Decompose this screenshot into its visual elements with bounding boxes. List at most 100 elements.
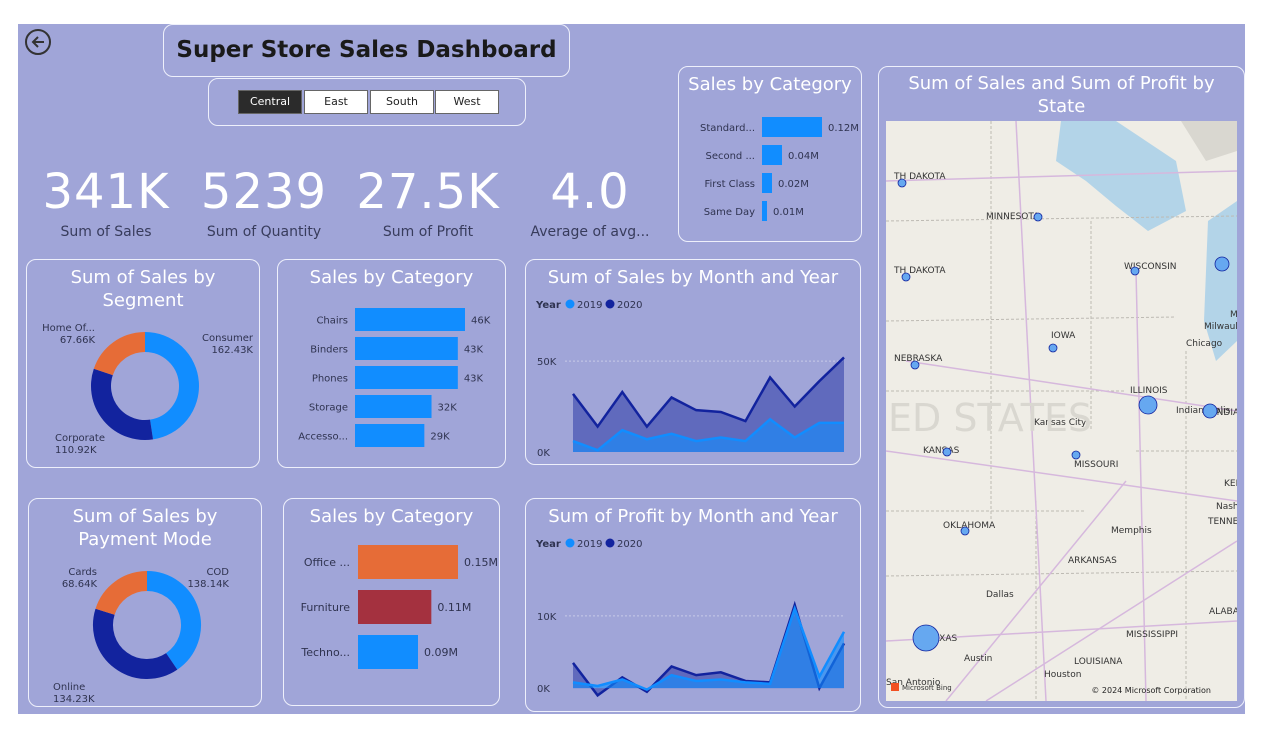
bar [355, 308, 465, 331]
bar [355, 395, 432, 418]
slice-name: COD [206, 567, 229, 578]
bar [762, 117, 822, 137]
segment-title: Sum of Sales by Segment [70, 267, 216, 311]
subcategory-card[interactable]: Sales by Category Chairs 46K Binders 43K Pho… [277, 259, 506, 468]
segment-card[interactable]: Sum of Sales by Segment Consumer 162.43K C… [26, 259, 260, 468]
bar-label: Storage [309, 403, 348, 414]
dashboard-title-card: Super Store Sales Dashboard [163, 24, 570, 77]
map-place-label: Austin [964, 654, 992, 664]
sales-month-title: Sum of Sales by Month and Year [547, 267, 839, 288]
bar-label: Binders [310, 345, 348, 356]
map-place-label: TH DAKOTA [893, 266, 946, 276]
y-tick: 10K [537, 612, 557, 623]
state-bubble [912, 624, 940, 652]
bar-label: Phones [312, 374, 348, 385]
slice-value: 67.66K [60, 335, 96, 346]
state-bubble [960, 526, 970, 536]
ship-mode-card[interactable]: Sales by Category Standard... 0.12M Second… [678, 66, 862, 242]
map-place-label: MISSISSIPPI [1126, 630, 1178, 640]
profit-month-card[interactable]: Sum of Profit by Month and Year Year 2019… [525, 498, 861, 712]
payment-card[interactable]: Sum of Sales by Payment Mode COD 138.14K O… [28, 498, 262, 707]
map-place-label: TENNESSEE [1207, 517, 1237, 527]
slice-name: Consumer [202, 333, 254, 344]
state-bubble [942, 447, 952, 457]
donut-slice [146, 571, 201, 670]
map-place-label: INDIANA [1214, 408, 1237, 418]
bar-label: Accesso... [298, 432, 348, 443]
region-button-west[interactable]: West [435, 90, 499, 114]
category-title: Sales by Category [309, 506, 474, 527]
map-place-label: Dallas [986, 590, 1014, 600]
region-button-east[interactable]: East [304, 90, 368, 114]
category-card[interactable]: Sales by Category Office ... 0.15M Furnitu… [283, 498, 500, 706]
bar-value: 43K [464, 345, 484, 356]
map-country-label: ED STATES [888, 396, 1092, 440]
donut-slice [144, 332, 199, 440]
region-slicer: Central East South West [208, 78, 526, 126]
state-bubble [1138, 395, 1158, 415]
slice-name: Online [53, 682, 85, 693]
kpi-profit-label: Sum of Profit [382, 224, 474, 240]
bar [762, 145, 782, 165]
kpi-average-value: 4.0 [550, 164, 630, 220]
legend-title: Year [535, 539, 561, 550]
report-canvas: Super Store Sales Dashboard Central East… [18, 24, 1245, 714]
category-bar-chart: Office ... 0.15M Furniture 0.11M Techno... 0.… [300, 545, 498, 669]
legend-title: Year [535, 300, 561, 311]
region-button-south[interactable]: South [370, 90, 434, 114]
payment-title: Sum of Sales by Payment Mode [72, 506, 218, 550]
legend-marker [605, 299, 615, 309]
map-place-label: Chicago [1186, 339, 1223, 349]
state-map-card[interactable]: Sum of Sales and Sum of Profit by State … [878, 66, 1245, 708]
state-bubble [1048, 343, 1058, 353]
sales-month-card[interactable]: Sum of Sales by Month and Year Year 2019 2… [525, 259, 861, 465]
state-bubble [1130, 266, 1140, 276]
region-button-central[interactable]: Central [238, 90, 302, 114]
bar [762, 201, 767, 221]
lake-michigan [1204, 201, 1237, 361]
payment-donut-chart: COD138.14K Online134.23K Cards68.64K [53, 567, 229, 705]
bar [358, 545, 458, 579]
state-bubble [910, 360, 920, 370]
bar-value: 0.09M [424, 646, 458, 659]
map-place-label: ALABAMA [1209, 607, 1237, 617]
donut-slice [93, 332, 146, 376]
map-copyright: © 2024 Microsoft Corporation [1091, 686, 1211, 695]
slice-value: 162.43K [211, 345, 253, 356]
map-place-label: MINNESOTA [986, 212, 1040, 222]
ship-mode-title: Sales by Category [688, 74, 852, 95]
map-place-label: KANSAS [923, 446, 960, 456]
slice-value: 68.64K [62, 579, 98, 590]
bar-value: 0.04M [788, 151, 819, 162]
subcategory-title: Sales by Category [309, 267, 474, 288]
back-button[interactable] [24, 28, 52, 56]
y-tick: 0K [537, 448, 550, 459]
kpi-quantity-value: 5239 [200, 164, 328, 220]
sales-month-area-chart: Year 2019 2020 50K 0K [535, 299, 845, 459]
state-bubble [901, 272, 911, 282]
bar-label: Standard... [700, 123, 755, 134]
state-bubble [1214, 256, 1230, 272]
map-place-label: Memphis [1111, 526, 1152, 536]
state-bubble [1033, 212, 1043, 222]
donut-slice [93, 608, 178, 679]
state-bubble [1071, 450, 1081, 460]
bar-label: First Class [704, 179, 755, 190]
slice-value: 134.23K [53, 694, 95, 705]
state-bubble [1202, 403, 1218, 419]
state-map[interactable]: TH DAKOTAMINNESOTATH DAKOTA WISCONSINIOWA… [886, 121, 1237, 701]
legend-marker [605, 538, 615, 548]
bar [355, 366, 458, 389]
bar-label: Same Day [704, 207, 755, 218]
map-place-label: LOUISIANA [1074, 657, 1123, 667]
subcategory-bar-chart: Chairs 46K Binders 43K Phones 43K Storage 32K Ac… [298, 308, 491, 447]
bar-value: 32K [438, 403, 458, 414]
bar [358, 635, 418, 669]
legend-marker [565, 538, 575, 548]
bar-value: 29K [430, 432, 450, 443]
bar-value: 43K [464, 374, 484, 385]
profit-month-title: Sum of Profit by Month and Year [548, 506, 838, 527]
bar [355, 337, 458, 360]
profit-month-area-chart: Year 2019 2020 10K 0K [535, 538, 846, 698]
map-place-label: Houston [1044, 670, 1081, 680]
